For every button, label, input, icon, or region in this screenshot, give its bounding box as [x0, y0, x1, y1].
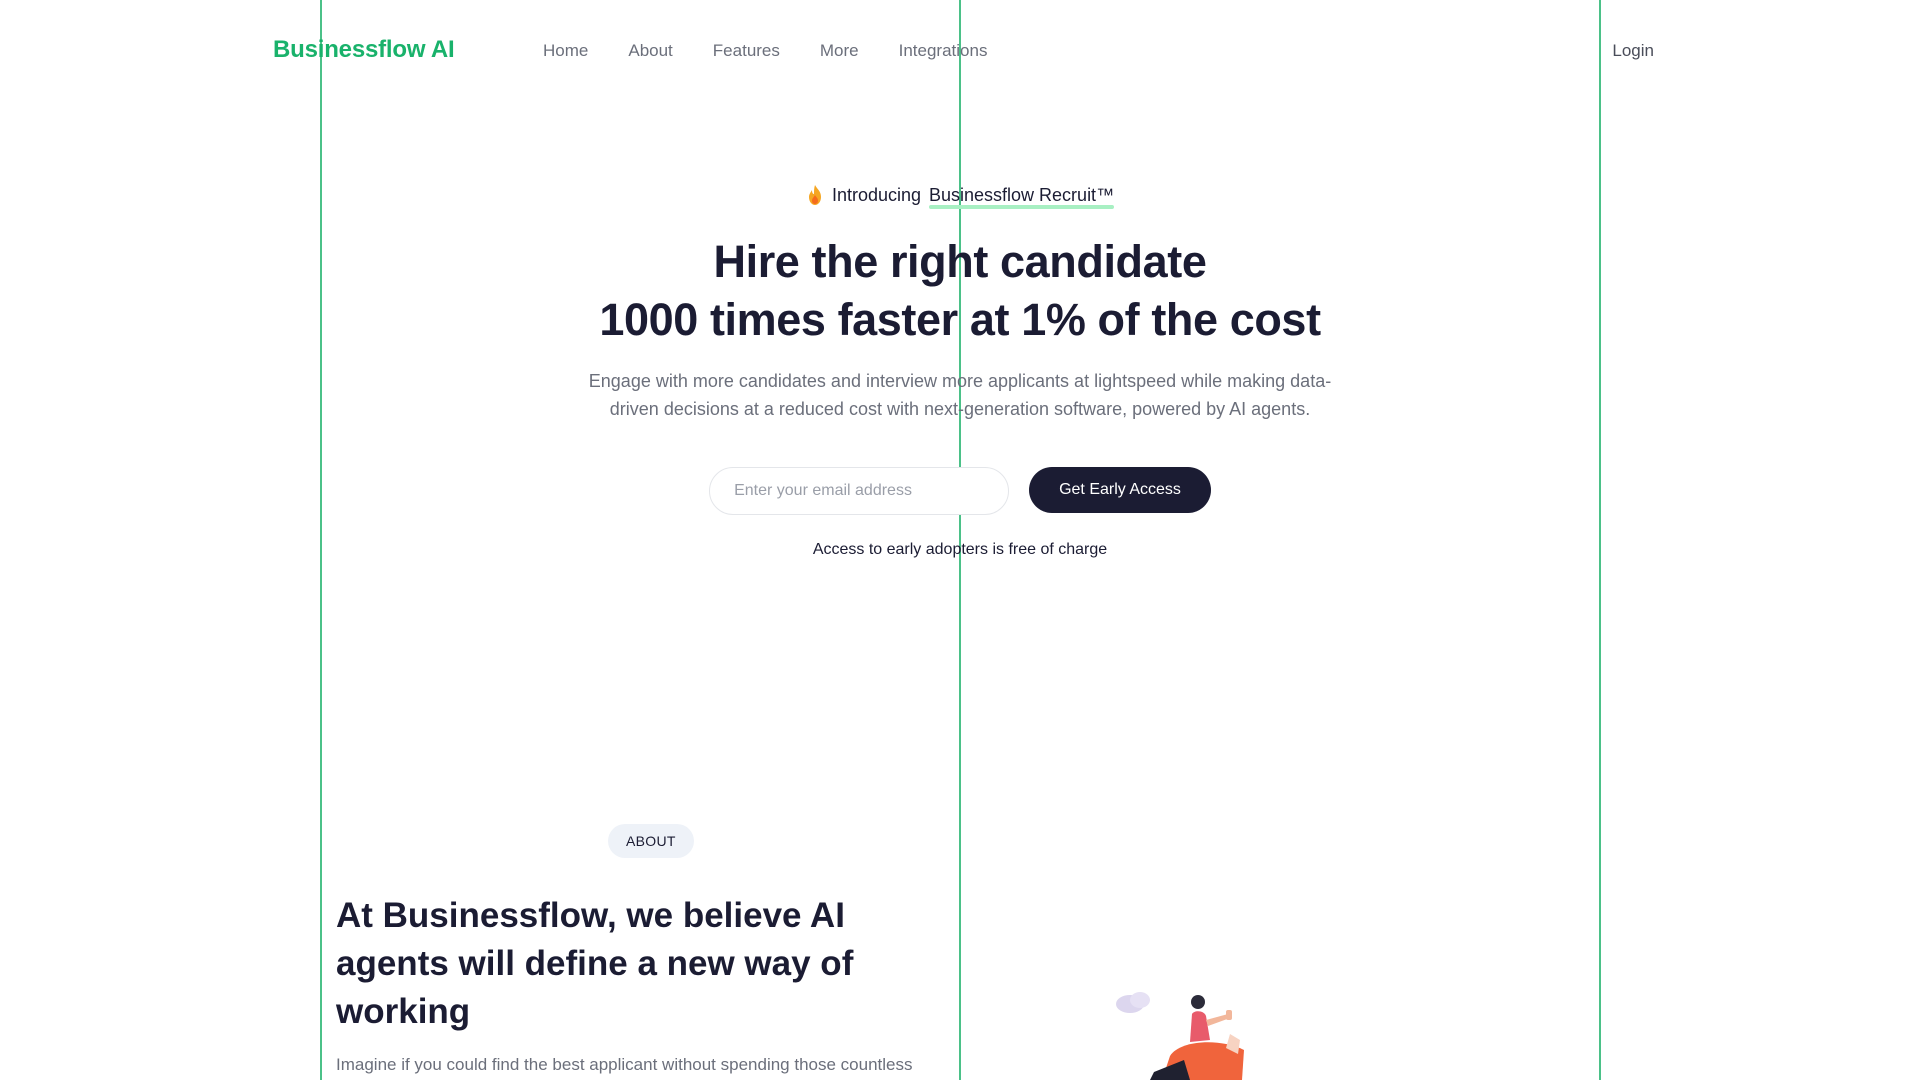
intro-product-link[interactable]: Businessflow Recruit™	[929, 185, 1115, 209]
intro-prefix: Introducing	[831, 184, 921, 205]
landing-page: Businessflow AI Home About Features More…	[0, 0, 1920, 1080]
person-riding-illustration	[1116, 992, 1244, 1080]
about-badge: ABOUT	[608, 824, 694, 858]
brand-logo[interactable]: Businessflow AI	[273, 36, 455, 64]
nav-link-home[interactable]: Home	[543, 41, 588, 61]
headline-highlight-speed: 1000 times faster	[599, 291, 959, 349]
hero-subtitle: Engage with more candidates and intervie…	[588, 371, 1332, 419]
free-access-note: Access to early adopters is free of char…	[812, 541, 1108, 558]
nav-link-more[interactable]: More	[820, 41, 859, 61]
top-navigation: Businessflow AI Home About Features More…	[0, 0, 1920, 104]
hero-headline: Hire the right candidate 1000 times fast…	[0, 233, 1920, 349]
about-text: Imagine if you could find the best appli…	[336, 1055, 913, 1074]
login-link[interactable]: Login	[1612, 41, 1654, 61]
nav-link-features[interactable]: Features	[713, 41, 780, 61]
headline-line-1: Hire the right candidate	[713, 236, 1207, 287]
signup-form: Get Early Access	[0, 467, 1920, 515]
email-input[interactable]	[709, 467, 1010, 515]
flame-icon	[808, 185, 821, 205]
headline-highlight-cost: 1% of the cost	[1021, 291, 1322, 349]
about-title: At Businessflow, we believe AI agents wi…	[336, 896, 854, 1031]
hero-section: Introducing Businessflow Recruit™ Hire t…	[0, 184, 1920, 559]
nav-link-integrations[interactable]: Integrations	[899, 41, 988, 61]
get-early-access-button[interactable]: Get Early Access	[1029, 467, 1211, 513]
nav-links: Home About Features More Integrations	[543, 41, 987, 61]
nav-link-about[interactable]: About	[628, 41, 672, 61]
headline-connector: at	[969, 294, 1010, 345]
intro-line: Introducing Businessflow Recruit™	[806, 184, 1115, 209]
